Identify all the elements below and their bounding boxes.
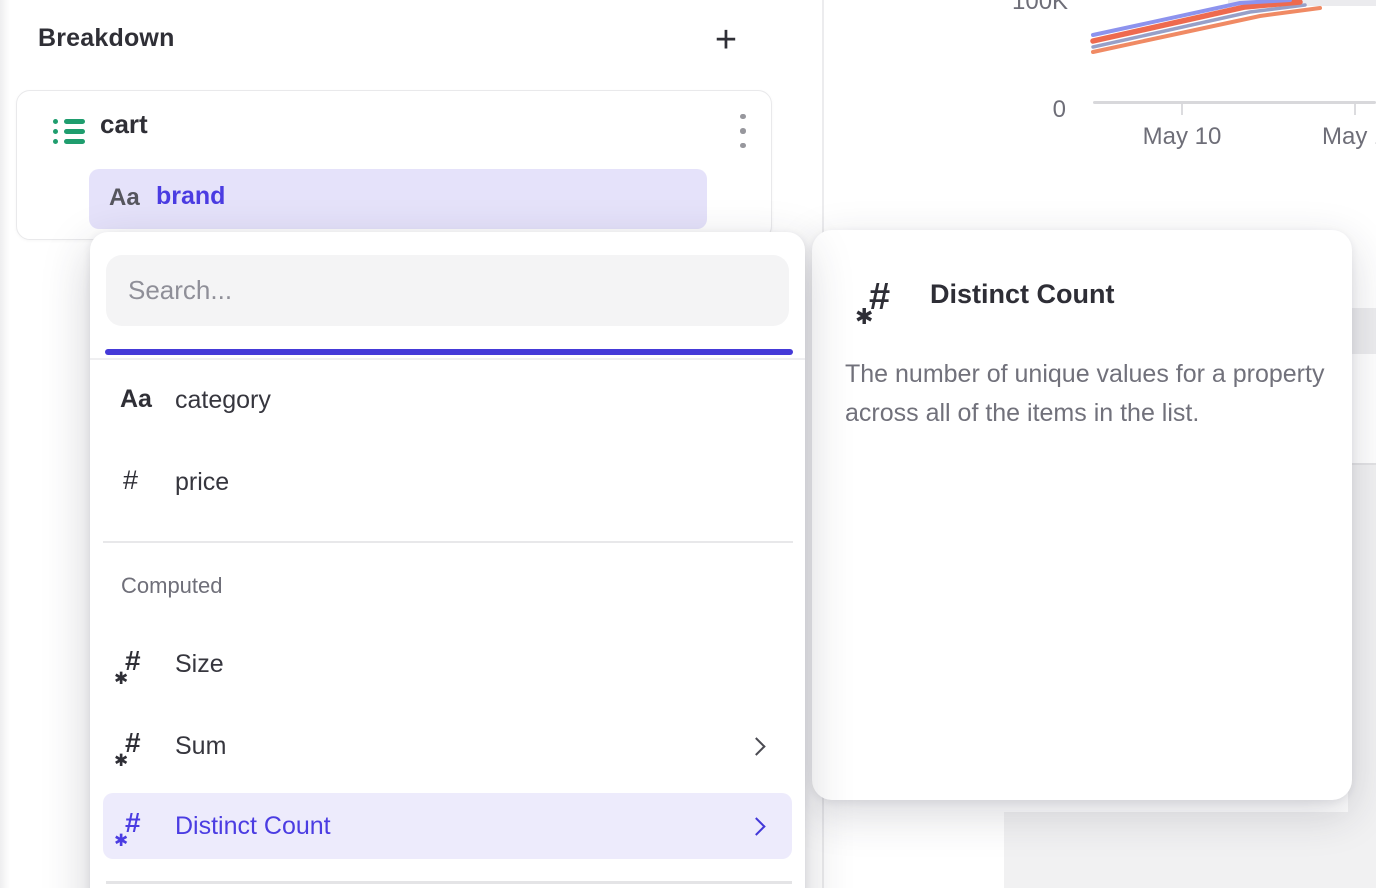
computed-number-icon: # ✱ xyxy=(116,643,152,685)
search-input[interactable] xyxy=(106,255,789,326)
computed-option-label: Size xyxy=(175,650,224,679)
computed-option-label: Sum xyxy=(175,732,226,761)
section-divider xyxy=(103,541,793,543)
search-box xyxy=(106,255,789,326)
add-breakdown-button[interactable]: + xyxy=(706,20,746,60)
property-option-label: category xyxy=(175,386,271,415)
y-axis-tick-label: 0 xyxy=(1030,96,1066,124)
selected-breakdown-pill[interactable]: Aa brand xyxy=(89,169,707,229)
selected-breakdown-label: brand xyxy=(156,182,225,211)
distinct-count-tooltip: # ✱ Distinct Count The number of unique … xyxy=(812,230,1352,800)
x-axis-tick-label: May 10 xyxy=(1128,123,1236,151)
property-option-label: price xyxy=(175,468,229,497)
computed-number-icon: # ✱ xyxy=(116,725,152,767)
y-axis-tick-label: 100K xyxy=(1012,0,1068,16)
computed-option-label: Distinct Count xyxy=(175,812,331,841)
app-window: 100K 0 May 10 May 12 Breakdown + cart Aa… xyxy=(0,0,1376,888)
line-chart-series xyxy=(1090,0,1376,62)
property-dropdown: Aa category # price Computed # ✱ Size # … xyxy=(90,232,805,888)
x-axis-tick-label: May 12 xyxy=(1322,123,1376,151)
property-option-category[interactable]: Aa category xyxy=(90,373,805,427)
number-property-icon: # xyxy=(123,465,138,496)
section-label-computed: Computed xyxy=(121,573,223,599)
text-property-icon: Aa xyxy=(120,385,152,414)
dropdown-header-divider xyxy=(90,358,805,360)
tooltip-description: The number of unique values for a proper… xyxy=(845,355,1325,433)
x-axis-line xyxy=(1093,101,1376,104)
background-table-area xyxy=(1004,812,1376,888)
active-tab-indicator xyxy=(105,349,793,355)
kebab-menu-button[interactable] xyxy=(725,105,761,157)
list-bottom-divider xyxy=(106,881,792,884)
computed-number-icon: # ✱ xyxy=(116,805,152,847)
chevron-right-icon xyxy=(747,737,765,755)
computed-option-sum[interactable]: # ✱ Sum xyxy=(90,719,805,773)
x-axis-tick xyxy=(1354,104,1356,115)
property-option-price[interactable]: # price xyxy=(90,455,805,509)
computed-option-distinct-count[interactable]: # ✱ Distinct Count xyxy=(103,793,792,859)
x-axis-tick xyxy=(1181,104,1183,115)
list-property-icon xyxy=(53,119,85,144)
left-edge-shadow xyxy=(0,0,10,888)
text-property-icon: Aa xyxy=(109,184,140,212)
computed-option-size[interactable]: # ✱ Size xyxy=(90,637,805,691)
property-name[interactable]: cart xyxy=(100,109,148,140)
section-title-breakdown: Breakdown xyxy=(38,24,175,53)
chevron-right-icon xyxy=(747,817,765,835)
breakdown-card: cart Aa brand xyxy=(16,90,772,240)
background-table-row xyxy=(1348,308,1376,354)
computed-number-icon: # ✱ xyxy=(858,274,904,328)
tooltip-title: Distinct Count xyxy=(930,279,1114,310)
